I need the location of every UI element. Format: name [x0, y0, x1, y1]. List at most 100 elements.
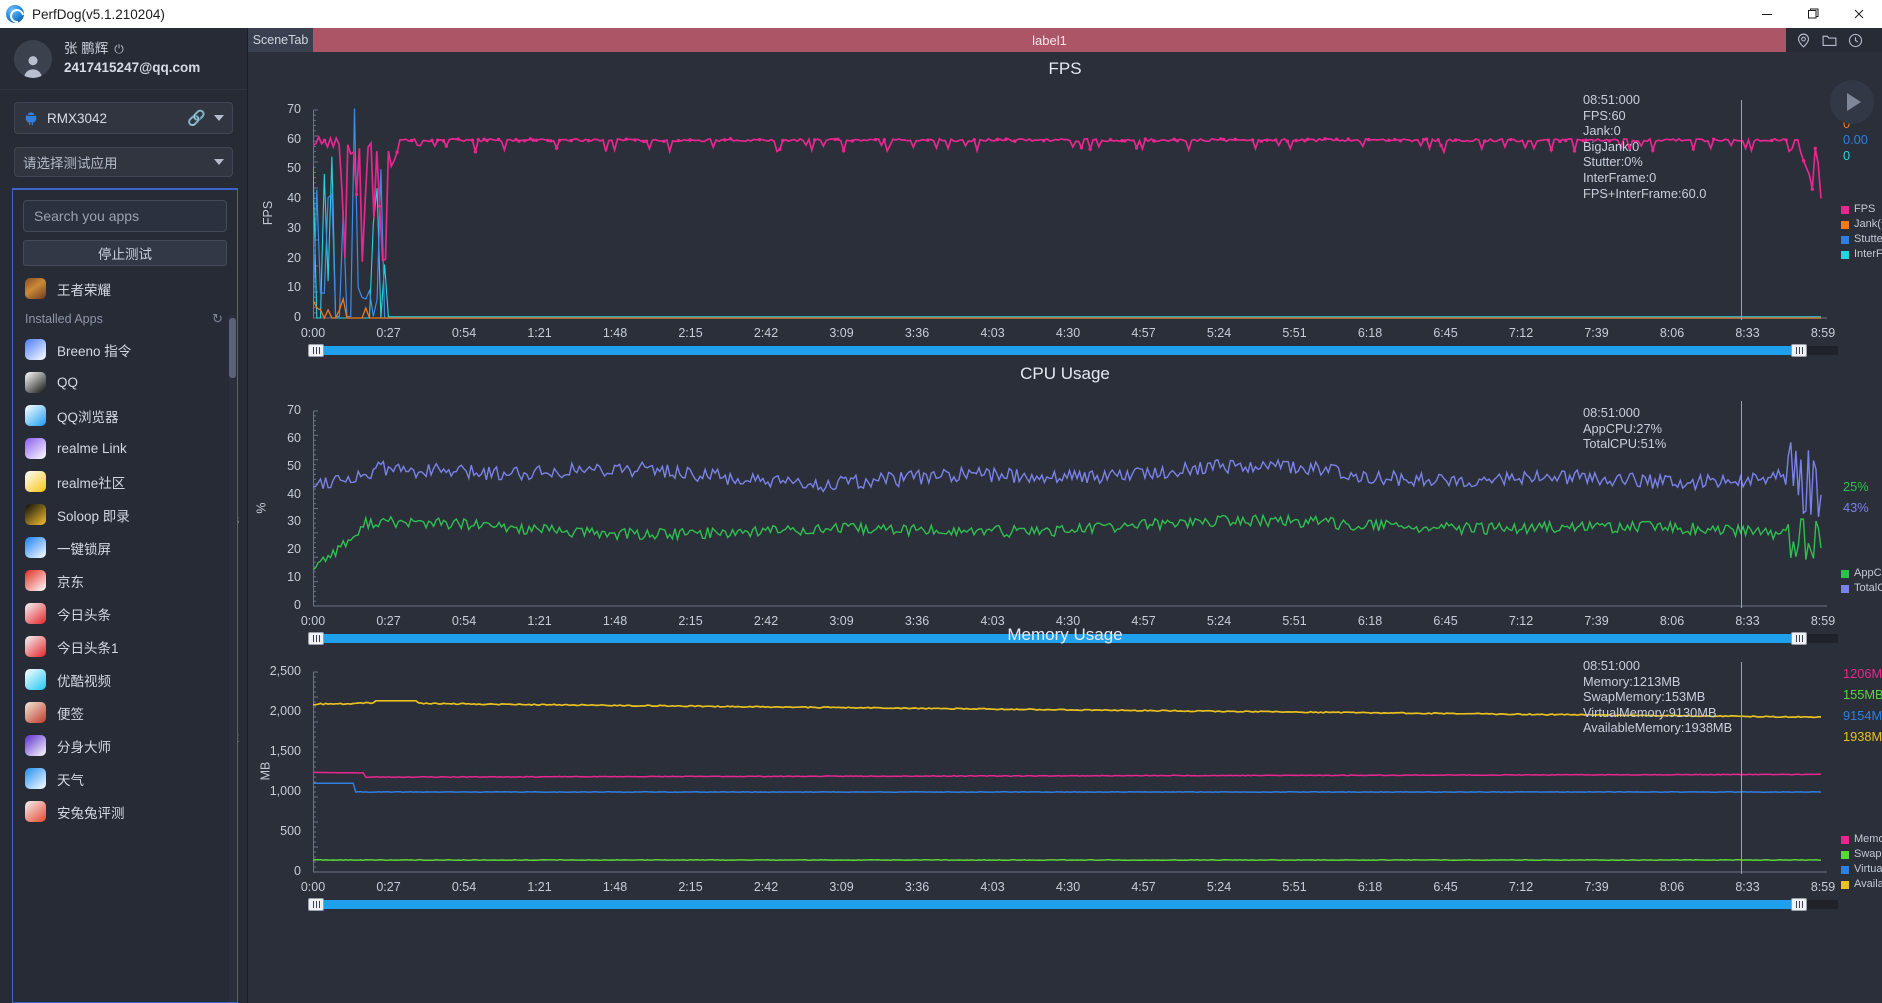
list-item[interactable]: QQ浏览器: [13, 399, 237, 432]
x-axis-tick: 0:00: [291, 326, 335, 340]
timeline-scrollbar[interactable]: [308, 346, 1838, 355]
legend-label: TotalCPU: [1854, 581, 1882, 596]
x-axis-tick: 7:12: [1499, 880, 1543, 894]
timeline-scrollbar[interactable]: [308, 900, 1838, 909]
y-axis-tick: 500: [253, 824, 301, 838]
sidebar: 张 鹏辉 ⏻ 2417415247@qq.com RMX3042 🔗 请选择测试…: [0, 28, 248, 1003]
y-axis-tick: 60: [253, 132, 301, 146]
x-axis-tick: 6:45: [1424, 880, 1468, 894]
list-item[interactable]: 分身大师: [13, 729, 237, 762]
stop-test-button[interactable]: 停止测试: [23, 240, 227, 266]
legend-label: FPS: [1854, 202, 1875, 217]
y-axis-tick: 2,000: [253, 704, 301, 718]
honor-of-kings-icon: [25, 278, 46, 299]
chevron-down-icon[interactable]: [214, 115, 224, 121]
close-button[interactable]: [1836, 0, 1882, 28]
legend-item[interactable]: AppCPU: [1841, 566, 1882, 581]
list-item[interactable]: QQ: [13, 366, 237, 399]
cursor-line[interactable]: [1741, 662, 1742, 874]
x-axis-tick: 5:51: [1273, 326, 1317, 340]
list-item[interactable]: Breeno 指令: [13, 333, 237, 366]
list-item[interactable]: 一键锁屏: [13, 531, 237, 564]
lock-screen-icon: [25, 537, 46, 558]
y-axis-tick: 10: [253, 570, 301, 584]
legend-item[interactable]: TotalCPU: [1841, 581, 1882, 596]
list-item[interactable]: 优酷视频: [13, 663, 237, 696]
legend-label: Stutter(卡顿率): [1854, 232, 1882, 247]
cursor-line[interactable]: [1741, 100, 1742, 320]
list-item[interactable]: 安兔兔评测: [13, 795, 237, 828]
x-axis-tick: 4:57: [1122, 326, 1166, 340]
legend-item[interactable]: Memory: [1841, 832, 1882, 847]
list-item[interactable]: realme社区: [13, 465, 237, 498]
title-bar: PerfDog(v5.1.210204): [0, 0, 1882, 28]
y-axis-label: MB: [258, 762, 272, 781]
list-item[interactable]: Soloop 即录: [13, 498, 237, 531]
timeline-handle-left[interactable]: [308, 898, 324, 911]
refresh-icon[interactable]: ↻: [212, 311, 223, 327]
dropdown-scrollbar-track[interactable]: [229, 315, 236, 1003]
list-item[interactable]: realme Link: [13, 432, 237, 465]
android-icon: [23, 110, 39, 126]
list-item[interactable]: 京东: [13, 564, 237, 597]
folder-open-icon[interactable]: [1821, 32, 1838, 49]
annotation-line: Stutter:0%: [1583, 154, 1706, 170]
legend-item[interactable]: SwapMemo: [1841, 847, 1882, 862]
legend-item[interactable]: FPS: [1841, 202, 1882, 217]
play-icon[interactable]: [1830, 80, 1874, 124]
x-axis-tick: 0:27: [367, 880, 411, 894]
legend-item[interactable]: AvailableMe: [1841, 877, 1882, 892]
y-axis-tick: 20: [253, 251, 301, 265]
app-label: Breeno 指令: [57, 340, 131, 360]
timeline-handle-left[interactable]: [308, 344, 324, 357]
list-item[interactable]: 今日头条1: [13, 630, 237, 663]
minimize-button[interactable]: [1744, 0, 1790, 28]
location-pin-icon[interactable]: [1795, 32, 1812, 49]
dropdown-scrollbar-thumb[interactable]: [229, 318, 236, 378]
clock-icon[interactable]: [1847, 32, 1864, 49]
x-axis-tick: 7:39: [1575, 326, 1619, 340]
installed-app-list: Breeno 指令 QQQQ浏览器realme Linkrealme社区Soloo…: [13, 333, 237, 828]
y-axis-tick: 30: [253, 514, 301, 528]
toolbar-icons: [1787, 28, 1882, 52]
annotation-time: 08:51:000: [1583, 405, 1666, 421]
list-item[interactable]: 便签: [13, 696, 237, 729]
device-selector[interactable]: RMX3042 🔗: [14, 102, 233, 134]
tab-label1[interactable]: label1: [313, 28, 1786, 52]
list-item[interactable]: 今日头条: [13, 597, 237, 630]
usb-link-icon[interactable]: 🔗: [187, 109, 206, 127]
legend-swatch: [1841, 881, 1849, 889]
power-icon[interactable]: ⏻: [114, 41, 124, 57]
app-label: 优酷视频: [57, 670, 111, 690]
cursor-line[interactable]: [1741, 401, 1742, 608]
chart-title: Memory Usage: [248, 618, 1882, 645]
select-app-dropdown[interactable]: 请选择测试应用: [14, 147, 233, 177]
legend-item[interactable]: VirtualMem: [1841, 862, 1882, 877]
x-axis-tick: 1:21: [518, 880, 562, 894]
annotation-time: 08:51:000: [1583, 658, 1732, 674]
search-input[interactable]: [34, 208, 216, 224]
search-apps-field[interactable]: [23, 200, 227, 232]
list-item-current-app[interactable]: 王者荣耀: [13, 272, 237, 305]
timeline-handle-right[interactable]: [1791, 898, 1807, 911]
x-axis-tick: 3:09: [820, 326, 864, 340]
annotation-line: BigJank:0: [1583, 139, 1706, 155]
maximize-button[interactable]: [1790, 0, 1836, 28]
account-section: 张 鹏辉 ⏻ 2417415247@qq.com: [0, 28, 247, 90]
soloop-icon: [25, 504, 46, 525]
legend-item[interactable]: Jank(卡顿次数): [1841, 217, 1882, 232]
y-axis-label: %: [255, 502, 269, 513]
y-axis-tick: 60: [253, 431, 301, 445]
timeline-handle-right[interactable]: [1791, 344, 1807, 357]
list-item[interactable]: 天气: [13, 762, 237, 795]
tab-scene[interactable]: SceneTab: [248, 28, 313, 52]
series-current-value: 9154MB: [1843, 708, 1882, 723]
account-email: 2417415247@qq.com: [64, 59, 200, 77]
x-axis-tick: 0:00: [291, 880, 335, 894]
legend-item[interactable]: Stutter(卡顿率): [1841, 232, 1882, 247]
account-name: 张 鹏辉: [64, 40, 108, 58]
legend-item[interactable]: InterFrame: [1841, 247, 1882, 262]
chevron-down-icon[interactable]: [214, 159, 224, 165]
user-avatar-icon: [14, 40, 52, 78]
app-label: 京东: [57, 571, 84, 591]
